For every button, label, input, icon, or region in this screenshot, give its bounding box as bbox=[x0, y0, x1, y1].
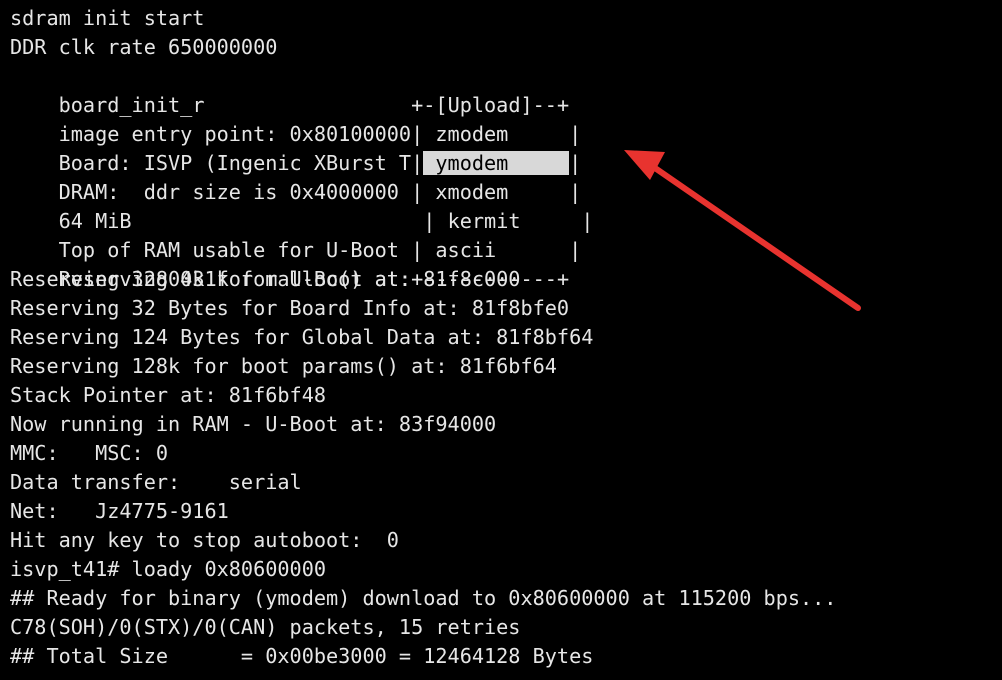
terminal-line: Top of RAM usable for U-Boot | ascii | bbox=[10, 207, 582, 262]
menu-border-right: | bbox=[581, 209, 594, 233]
terminal-line: Hit any key to stop autoboot: 0 bbox=[10, 528, 399, 552]
terminal-line: DDR clk rate 650000000 bbox=[10, 35, 278, 59]
terminal-line: Reserving 32 Bytes for Board Info at: 81… bbox=[10, 296, 570, 320]
terminal-line: Reserving 32800k for malloc() at: 81f8c0… bbox=[10, 267, 521, 291]
terminal-line: Net: Jz4775-9161 bbox=[10, 499, 229, 523]
terminal-line: MMC: MSC: 0 bbox=[10, 441, 169, 465]
terminal-line: Board: ISVP (Ingenic XBurst T| ymodem | bbox=[10, 120, 581, 175]
terminal-line: ## Total Size = 0x00be3000 = 12464128 By… bbox=[10, 644, 594, 668]
terminal-line: sdram init start bbox=[10, 6, 205, 30]
terminal-line: Now running in RAM - U-Boot at: 83f94000 bbox=[10, 412, 497, 436]
terminal-line: 64 MiB | kermit | bbox=[10, 178, 594, 233]
terminal-line: Reserving 128k for boot params() at: 81f… bbox=[10, 354, 557, 378]
terminal-line: image entry point: 0x80100000| zmodem | bbox=[10, 91, 582, 146]
terminal-line: DRAM: ddr size is 0x4000000 | xmodem | bbox=[10, 149, 582, 204]
terminal-line: Data transfer: serial bbox=[10, 470, 302, 494]
terminal-line: ## Ready for binary (ymodem) download to… bbox=[10, 586, 837, 610]
terminal-line: board_init_r +-[Upload]--+ bbox=[10, 62, 570, 117]
terminal-window[interactable]: sdram init start DDR clk rate 650000000 … bbox=[0, 0, 1002, 680]
terminal-line: Reserving 124 Bytes for Global Data at: … bbox=[10, 325, 594, 349]
menu-border-right: | bbox=[569, 238, 582, 262]
terminal-line: Stack Pointer at: 81f6bf48 bbox=[10, 383, 327, 407]
terminal-prompt-line: isvp_t41# loady 0x80600000 bbox=[10, 557, 327, 581]
terminal-line: Reserving 431k for U-Boot at:+----------… bbox=[10, 236, 569, 291]
terminal-line: C78(SOH)/0(STX)/0(CAN) packets, 15 retri… bbox=[10, 615, 521, 639]
